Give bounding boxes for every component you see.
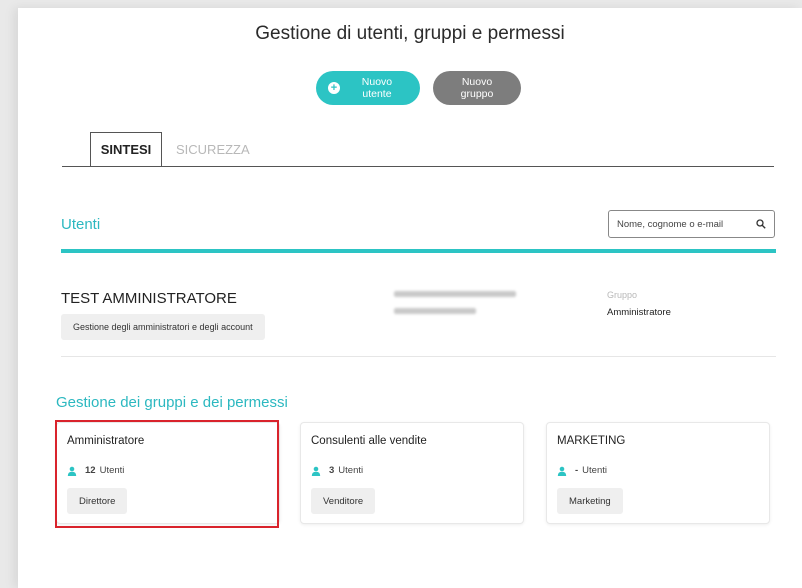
main-page: Gestione di utenti, gruppi e permessi + …: [18, 8, 802, 588]
group-name: MARKETING: [557, 435, 626, 447]
group-count-value: 12: [85, 465, 96, 476]
group-count-value: 3: [329, 465, 335, 476]
groups-section-title: Gestione dei gruppi e dei permessi: [56, 394, 288, 411]
group-user-count: - Utenti: [557, 465, 607, 476]
users-section-title: Utenti: [61, 216, 101, 233]
group-card-amministratore[interactable]: Amministratore 12 Utenti Direttore: [56, 422, 280, 524]
tab-underline: [62, 166, 774, 167]
group-name: Amministratore: [67, 435, 145, 447]
user-icon: [557, 466, 567, 476]
redacted-email: [394, 291, 516, 297]
group-count-label: Utenti: [99, 465, 125, 476]
action-buttons: + Nuovo utente Nuovo gruppo: [18, 71, 802, 105]
new-user-button[interactable]: + Nuovo utente: [316, 71, 420, 105]
group-role-tag: Direttore: [67, 488, 128, 514]
tab-sintesi-label: SINTESI: [100, 142, 152, 157]
new-group-label: Nuovo gruppo: [460, 76, 494, 100]
new-group-button[interactable]: Nuovo gruppo: [433, 71, 521, 105]
group-card-consulenti[interactable]: Consulenti alle vendite 3 Utenti Vendito…: [300, 422, 524, 524]
users-section-divider: [61, 249, 776, 253]
group-count-value: -: [575, 465, 579, 476]
search-icon[interactable]: [756, 219, 766, 229]
user-group-value: Amministratore: [607, 307, 671, 318]
plus-circle-icon: +: [328, 82, 340, 94]
group-card-marketing[interactable]: MARKETING - Utenti Marketing: [546, 422, 770, 524]
group-user-count: 12 Utenti: [67, 465, 124, 476]
group-count-label: Utenti: [582, 465, 607, 476]
tab-sicurezza[interactable]: SICUREZZA: [176, 132, 250, 166]
group-role-tag: Venditore: [311, 488, 376, 514]
group-count-label: Utenti: [338, 465, 364, 476]
user-icon: [311, 466, 321, 476]
user-role-tag: Gestione degli amministratori e degli ac…: [61, 314, 265, 340]
user-search-input[interactable]: Nome, cognome o e-mail: [608, 210, 775, 238]
tab-bar: SINTESI SICUREZZA: [62, 132, 774, 168]
user-row-separator: [61, 356, 776, 357]
search-placeholder: Nome, cognome o e-mail: [617, 218, 724, 230]
group-role-tag: Marketing: [557, 488, 623, 514]
group-user-count: 3 Utenti: [311, 465, 363, 476]
redacted-phone: [394, 308, 476, 314]
tab-sintesi[interactable]: SINTESI: [90, 132, 162, 166]
group-name: Consulenti alle vendite: [311, 435, 427, 447]
user-name[interactable]: TEST AMMINISTRATORE: [61, 290, 237, 307]
user-group-label: Gruppo: [607, 290, 638, 300]
new-user-label: Nuovo utente: [361, 76, 393, 100]
user-icon: [67, 466, 77, 476]
page-title: Gestione di utenti, gruppi e permessi: [255, 23, 565, 44]
tab-sicurezza-label: SICUREZZA: [176, 141, 250, 157]
